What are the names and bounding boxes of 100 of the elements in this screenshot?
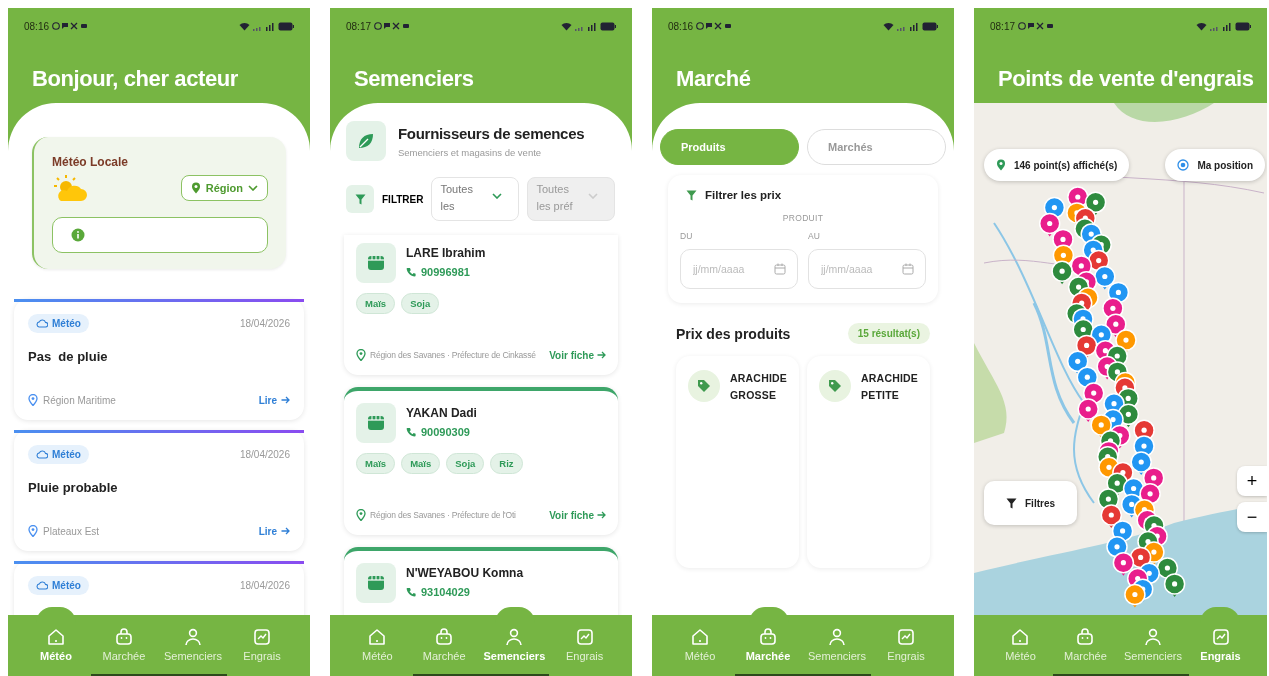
nav-tab[interactable]: Semenciers <box>1117 615 1188 676</box>
phone-icon <box>406 267 416 277</box>
nav-tab[interactable]: Marchée <box>733 615 802 676</box>
supplier-name: YAKAN Dadi <box>406 406 477 420</box>
wifi-icon <box>1196 21 1207 31</box>
section-title: Fournisseurs de semences <box>398 124 585 142</box>
funnel-icon <box>354 193 366 205</box>
news-title: Pas de pluie <box>28 349 109 364</box>
location-pin-icon <box>356 509 366 521</box>
nav-tab[interactable]: Semenciers <box>477 615 552 676</box>
filters-button[interactable]: Filtres <box>984 481 1077 525</box>
supplier-name: LARE Ibrahim <box>406 246 486 260</box>
segment-tab[interactable]: Marchés <box>807 129 946 165</box>
funnel-icon <box>686 189 697 201</box>
arrow-right-icon <box>597 351 606 359</box>
my-position-button[interactable]: Ma position <box>1165 149 1265 181</box>
price-tag-icon <box>697 379 711 393</box>
wifi-icon <box>239 21 250 31</box>
supplier-name: N'WEYABOU Komna <box>406 566 524 580</box>
news-location: Région Maritime <box>43 394 116 406</box>
news-title: Pluie probable <box>28 480 119 495</box>
field-label: DU <box>680 231 694 241</box>
filter-title: Filtrer les prix <box>705 189 782 201</box>
person-icon <box>826 627 847 647</box>
field-label: AU <box>808 231 821 241</box>
chart-icon <box>574 627 595 647</box>
shop-icon <box>367 415 385 431</box>
cloud-icon <box>36 319 48 328</box>
supplier-location: Région des Savanes · Préfecture de l'Oti <box>370 510 516 520</box>
screen-title: Semenciers <box>353 65 475 93</box>
cloud-icon <box>36 581 48 590</box>
read-link[interactable]: Lire <box>258 525 290 537</box>
news-date: 18/04/2026 <box>239 580 290 591</box>
status-time: 08:17 <box>346 20 372 32</box>
screen-title: Points de vente d'engrais <box>997 65 1255 93</box>
nav-tab[interactable]: Engrais <box>1188 615 1253 676</box>
crop-tag: Riz <box>490 453 523 474</box>
nav-tab[interactable]: Semenciers <box>801 615 872 676</box>
zoom-out-button[interactable]: − <box>1237 502 1267 532</box>
nav-tab[interactable]: Marchée <box>410 615 478 676</box>
nav-tab[interactable]: Engrais <box>551 615 618 676</box>
field-label: PRODUIT <box>781 213 825 223</box>
shop-icon <box>367 255 385 271</box>
details-link[interactable]: Voir fiche <box>549 349 606 361</box>
crop-tag: Soja <box>446 453 485 474</box>
screen-title: Marché <box>675 65 752 93</box>
location-pin-icon <box>356 349 366 361</box>
nav-tab[interactable]: Marchée <box>89 615 158 676</box>
signal-icon <box>1210 21 1232 31</box>
price-tag-icon <box>828 379 843 393</box>
nav-tab[interactable]: Engrais <box>872 615 940 676</box>
crop-tag: Maïs <box>401 453 441 474</box>
status-time: 08:16 <box>668 20 694 32</box>
location-pin-icon <box>190 182 201 194</box>
nav-tab[interactable]: Engrais <box>228 615 296 676</box>
nav-tab[interactable]: Semenciers <box>157 615 228 676</box>
signal-icon <box>575 21 597 31</box>
category-chip: Météo <box>28 314 89 333</box>
date-field[interactable]: jj/mm/aaaa <box>680 249 798 289</box>
nav-tab[interactable]: Météo <box>22 615 90 676</box>
zoom-in-button[interactable]: + <box>1237 466 1267 496</box>
shopping-bag-icon <box>1075 627 1096 647</box>
phone-icon <box>406 427 416 437</box>
location-pin-icon <box>28 525 38 537</box>
person-icon <box>1142 627 1163 647</box>
category-chip: Météo <box>28 445 89 464</box>
wifi-icon <box>561 21 572 31</box>
battery-icon <box>278 21 294 31</box>
screen-title: Bonjour, cher acteur <box>31 65 239 93</box>
chevron-down-icon <box>492 193 503 199</box>
category-chip: Météo <box>28 576 89 595</box>
nav-tab[interactable]: Météo <box>666 615 734 676</box>
details-link[interactable]: Voir fiche <box>549 509 606 521</box>
calendar-icon <box>902 263 914 275</box>
calendar-icon <box>774 263 786 275</box>
signal-icon <box>897 21 919 31</box>
region-dropdown[interactable]: Région <box>180 175 268 201</box>
read-link[interactable]: Lire <box>258 394 290 406</box>
filter-button[interactable]: FILTRER <box>346 185 424 213</box>
funnel-icon <box>1006 497 1017 509</box>
signal-icon <box>253 21 275 31</box>
location-pin-icon <box>28 394 38 406</box>
chart-icon <box>252 627 272 647</box>
nav-tab[interactable]: Météo <box>344 615 411 676</box>
crop-tag: Maïs <box>356 293 396 314</box>
nav-tab[interactable]: Marchée <box>1052 615 1118 676</box>
status-time: 08:17 <box>990 20 1016 32</box>
chevron-down-icon <box>248 185 258 191</box>
section-subtitle: Semenciers et magasins de vente <box>398 146 543 158</box>
points-count-badge: 146 point(s) affiché(s) <box>984 149 1130 181</box>
leaf-icon <box>357 132 375 150</box>
arrow-right-icon <box>281 396 290 404</box>
person-icon <box>504 627 525 647</box>
nav-tab[interactable]: Météo <box>988 615 1053 676</box>
home-icon <box>367 627 388 647</box>
wifi-icon <box>883 21 894 31</box>
sun-cloud-icon <box>52 173 88 203</box>
dropdown[interactable]: Toutes les <box>431 177 520 221</box>
segment-tab[interactable]: Produits <box>660 129 799 165</box>
date-field[interactable]: jj/mm/aaaa <box>808 249 926 289</box>
